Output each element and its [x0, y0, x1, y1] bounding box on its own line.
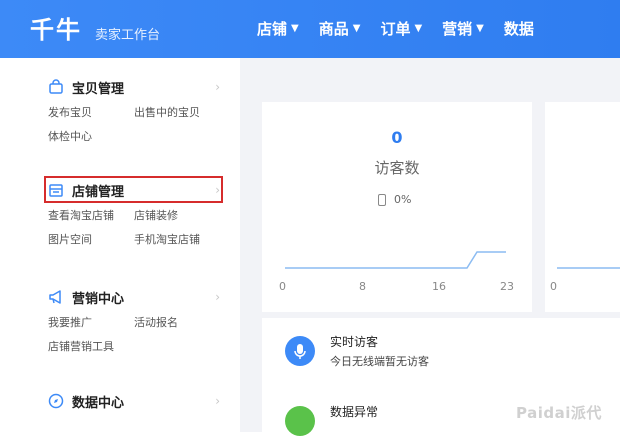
tick-label: 16	[432, 280, 446, 293]
tick-label: 23	[500, 280, 514, 293]
tick-label: 0	[550, 280, 557, 293]
visitor-trend-line	[285, 251, 506, 269]
live-visitors-desc: 今日无线端暂无访客	[330, 355, 429, 368]
data-anomaly-title[interactable]: 数据异常	[330, 403, 378, 420]
tick-label: 0	[279, 280, 286, 293]
tick-label: 8	[359, 280, 366, 293]
live-visitors-title[interactable]: 实时访客	[330, 333, 378, 350]
watermark-logo: Paidai派代	[516, 404, 602, 422]
microphone-icon	[285, 336, 315, 366]
